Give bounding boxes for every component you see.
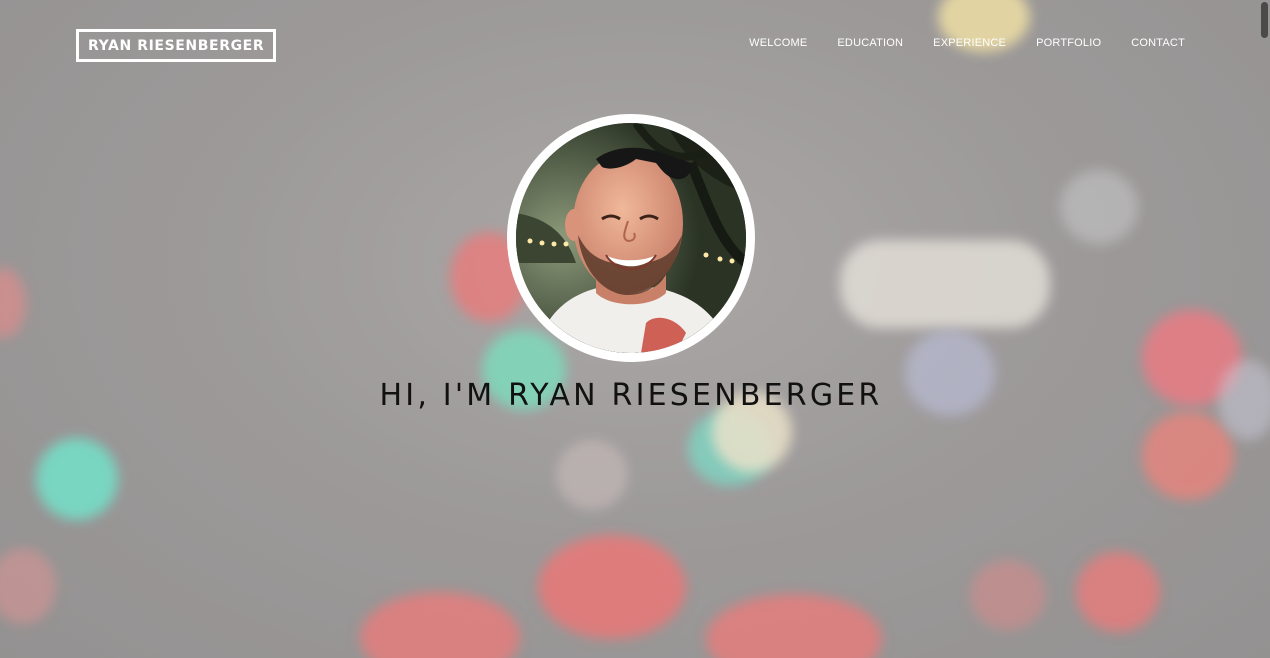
nav-portfolio[interactable]: PORTFOLIO — [1036, 37, 1101, 49]
profile-photo-icon — [516, 123, 746, 353]
nav-education[interactable]: EDUCATION — [837, 37, 903, 49]
profile-avatar — [507, 114, 755, 362]
main-nav: WELCOME EDUCATION EXPERIENCE PORTFOLIO C… — [749, 37, 1185, 49]
scrollbar-thumb[interactable] — [1261, 2, 1268, 38]
nav-contact[interactable]: CONTACT — [1131, 37, 1185, 49]
page-scrollbar[interactable] — [1260, 0, 1270, 658]
nav-experience[interactable]: EXPERIENCE — [933, 37, 1006, 49]
site-logo[interactable]: RYAN RIESENBERGER — [76, 29, 277, 62]
nav-welcome[interactable]: WELCOME — [749, 37, 807, 49]
hero-title: HI, I'M RYAN RIESENBERGER — [379, 378, 883, 413]
